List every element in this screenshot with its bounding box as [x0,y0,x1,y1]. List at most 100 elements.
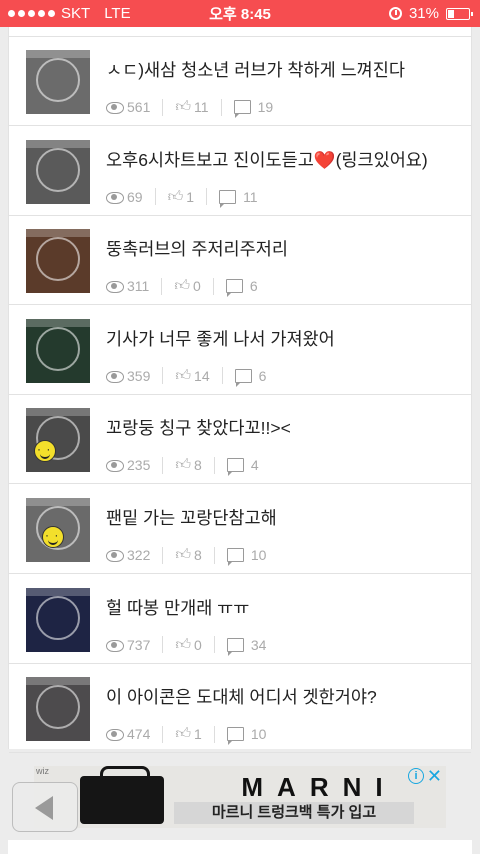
post-meta: 737 👍︎ 0 34 [106,636,266,656]
battery-icon [446,7,473,20]
ad-brand: MARNI [241,772,397,802]
comment-count-value: 6 [258,367,267,384]
comment-count: 10 [226,547,266,566]
view-count: 322 [106,547,150,563]
post-row[interactable]: 기사가 너무 좋게 나서 가져왔어 359 👍︎ 14 6 [9,306,471,395]
like-count: 👍︎ 11 [175,98,208,116]
thumbs-up-icon: 👍︎ [175,98,192,115]
post-title[interactable]: 뚱촉러브의 주저리주저리 [106,236,288,261]
post-meta: 322 👍︎ 8 10 [106,546,266,566]
post-thumbnail[interactable] [26,229,90,294]
view-count: 311 [106,278,149,294]
handbag-image [80,766,164,824]
post-row[interactable]: ㅅㄷ)새삼 청소년 러브가 착하게 느껴진다 561 👍︎ 11 19 [9,37,471,126]
view-count-value: 561 [127,99,151,115]
view-count-value: 322 [127,547,151,563]
view-count: 359 [106,368,150,384]
view-count-value: 737 [127,636,151,653]
like-count-value: 0 [194,636,202,653]
post-thumbnail[interactable] [26,139,90,204]
post-meta: 474 👍︎ 1 10 [106,725,266,746]
like-count-value: 0 [193,278,201,295]
post-title[interactable]: 오후6시차트보고 진이도듣고❤️(링크있어요) [106,147,428,172]
post-thumbnail[interactable] [26,50,90,114]
status-bar: SKT LTE 오후 8:45 31% [0,0,480,27]
post-row[interactable]: 뚱촉러브의 주저리주저리 311 👍︎ 0 6 [9,216,471,306]
comment-icon [219,189,237,208]
comment-count-value: 6 [249,278,258,295]
comment-icon [226,548,244,566]
like-count-value: 1 [194,726,202,743]
post-row[interactable]: 헐 따봉 만개래 ㅠㅠ 737 👍︎ 0 34 [9,575,471,664]
ad-close-icon[interactable]: ✕ [427,766,442,787]
status-right: 31% [388,5,473,22]
comment-count: 19 [233,99,274,118]
view-count-value: 474 [127,726,151,743]
post-row[interactable]: 꼬랑둥 칭구 찾았다꼬!!>< 235 👍︎8 4 [9,395,471,485]
eye-icon [106,370,124,383]
view-count-value: 311 [127,278,150,295]
view-count: 561 [106,99,150,115]
post-row[interactable]: 이 아이콘은 도대체 어디서 겟한거야? 474 👍︎ 1 10 [9,664,471,754]
thumbs-up-icon: 👍︎ [175,366,192,384]
thumbs-up-icon: 👍︎ [175,546,192,563]
comment-count: 10 [226,726,266,746]
comment-count: 6 [225,278,258,298]
post-meta: 311 👍︎ 0 6 [106,277,258,298]
comment-count-value: 19 [257,99,274,115]
comment-icon [225,279,243,298]
comment-icon [234,368,252,387]
like-count: 👍︎ 0 [174,277,200,295]
post-title[interactable]: 이 아이콘은 도대체 어디서 겟한거야? [106,684,377,709]
post-meta: 235 👍︎ 8 4 [106,456,259,477]
post-thumbnail[interactable] [26,677,90,742]
post-title[interactable]: 기사가 너무 좋게 나서 가져왔어 [106,326,335,351]
like-count: 👍︎ 1 [168,188,194,206]
like-count: 👍︎ 8 [175,456,201,474]
post-title[interactable]: 팬밑 가는 꼬랑단참고해 [106,505,277,530]
thumbs-up-icon: 👍︎ [175,456,192,474]
comment-icon [226,637,244,656]
ad-banner[interactable]: wiz MARNI 마르니 트렁크백 특가 입고 i ✕ [34,766,446,828]
bottom-strip [8,840,472,854]
like-count-value: 8 [194,457,202,474]
post-thumbnail[interactable] [26,498,90,562]
thumbs-up-icon: 👍︎ [174,277,191,295]
post-title[interactable]: 헐 따봉 만개래 ㅠㅠ [106,595,249,620]
view-count: 474 [106,726,150,742]
post-title[interactable]: 꼬랑둥 칭구 찾았다꼬!!>< [106,415,291,440]
like-count: 👍︎ 1 [175,725,201,743]
ad-text: 마르니 트렁크백 특가 입고 [174,802,414,824]
post-thumbnail[interactable] [26,408,90,473]
post-row[interactable]: 오후6시차트보고 진이도듣고❤️(링크있어요) 69 👍︎ 1 11 [9,127,471,216]
post-meta: 561 👍︎ 11 19 [106,98,274,118]
post-thumbnail[interactable] [26,318,90,383]
view-count: 69 [106,189,143,205]
post-meta: 359 👍︎ 14 6 [106,367,267,387]
post-thumbnail[interactable] [26,587,90,652]
battery-percent: 31% [408,5,439,22]
comment-icon [226,458,244,477]
ad-info-icon[interactable]: i [408,768,424,784]
like-count-value: 11 [194,99,209,115]
view-count: 737 [106,637,150,653]
comment-icon [233,100,251,118]
back-button[interactable] [12,782,78,832]
eye-icon [106,191,124,204]
thumbs-up-icon: 👍︎ [167,187,184,205]
comment-count-value: 11 [243,188,258,205]
ad-label: wiz [36,766,49,776]
like-count: 👍︎ 0 [175,636,201,654]
view-count-value: 235 [127,457,151,474]
thumbs-up-icon: 👍︎ [175,635,192,653]
post-title[interactable]: ㅅㄷ)새삼 청소년 러브가 착하게 느껴진다 [106,57,405,82]
comment-count-value: 4 [250,457,259,474]
alarm-icon [388,7,402,20]
comment-count: 6 [234,367,267,387]
eye-icon [106,549,124,562]
post-row[interactable]: 팬밑 가는 꼬랑단참고해 322 👍︎8 10 [9,485,471,574]
like-count: 👍︎ 14 [175,367,209,385]
comment-count: 4 [226,457,259,477]
eye-icon [106,728,124,742]
post-list: ㅅㄷ)새삼 청소년 러브가 착하게 느껴진다 561 👍︎ 11 19 오후6시차트보고 … [8,27,472,754]
